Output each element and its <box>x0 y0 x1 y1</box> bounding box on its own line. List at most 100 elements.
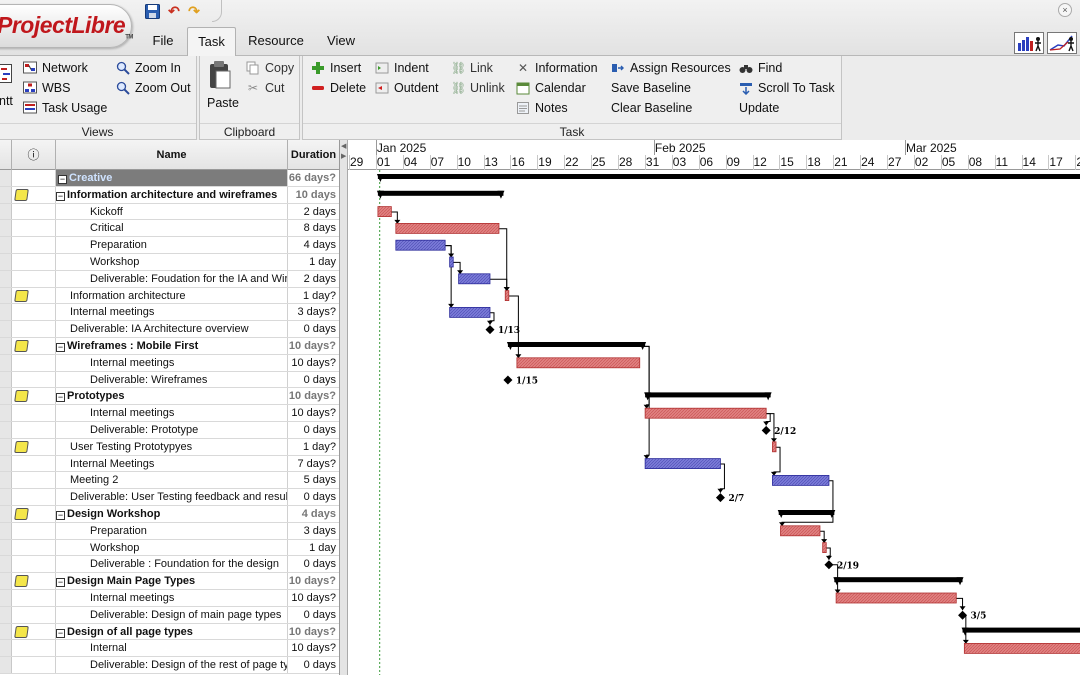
duration-cell[interactable]: 0 days <box>288 657 338 673</box>
pane-splitter[interactable]: ◀ ▶ <box>340 140 348 675</box>
task-name-cell[interactable]: Deliverable : Foundation for the design <box>56 556 288 573</box>
table-row[interactable]: − Prototypes 10 days? <box>0 388 339 406</box>
duration-cell[interactable]: 10 days? <box>288 338 338 354</box>
table-row[interactable]: − Design of all page types 10 days? <box>0 623 339 641</box>
duration-cell[interactable]: 1 day <box>288 540 338 556</box>
collapse-toggle[interactable]: − <box>56 393 65 403</box>
name-column-header[interactable]: Name <box>56 140 288 170</box>
link-arrow[interactable] <box>486 320 493 325</box>
table-row[interactable]: Critical 8 days <box>0 220 339 238</box>
table-row[interactable]: Meeting 2 5 days <box>0 472 339 490</box>
collapse-toggle[interactable]: − <box>56 628 65 638</box>
insert-button[interactable]: Insert <box>311 59 361 77</box>
indicators-column-header[interactable]: ⓘ <box>12 140 56 170</box>
task-name-cell[interactable]: User Testing Prototypyes <box>56 438 288 455</box>
note-icon[interactable] <box>14 575 29 588</box>
task-name-cell[interactable]: Deliverable: Design of the rest of page … <box>56 657 288 673</box>
paste-button[interactable]: Paste <box>205 60 239 112</box>
note-icon[interactable] <box>14 625 29 638</box>
table-row[interactable]: Deliverable: User Testing feedback and r… <box>0 489 339 506</box>
summary-bar[interactable] <box>962 627 1080 633</box>
critical-task-bar[interactable] <box>822 542 827 554</box>
row-header-cell[interactable] <box>0 371 12 388</box>
link-arrow[interactable] <box>959 606 966 611</box>
row-header-cell[interactable] <box>0 422 12 438</box>
row-header-cell[interactable] <box>0 657 12 673</box>
row-header-cell[interactable] <box>0 270 12 287</box>
task-name-cell[interactable]: Internal meetings <box>56 304 288 321</box>
row-header-cell[interactable] <box>0 556 12 573</box>
table-row[interactable]: Internal meetings 3 days? <box>0 304 339 322</box>
row-header-cell[interactable] <box>0 506 12 522</box>
row-header-cell[interactable] <box>0 354 12 371</box>
resource-chart-view-icon[interactable] <box>1047 32 1077 54</box>
duration-cell[interactable]: 10 days? <box>288 640 338 656</box>
information-button[interactable]: ✕ Information <box>516 59 598 77</box>
duration-cell[interactable]: 7 days? <box>288 456 338 472</box>
assign-resources-button[interactable]: Assign Resources <box>611 59 731 77</box>
duration-cell[interactable]: 10 days? <box>288 573 338 589</box>
row-header-cell[interactable] <box>0 186 12 203</box>
milestone-diamond[interactable] <box>503 375 513 385</box>
task-name-cell[interactable]: Kickoff <box>56 203 288 220</box>
task-name-cell[interactable]: Critical <box>56 220 288 237</box>
notes-button[interactable]: Notes <box>516 99 568 117</box>
table-row[interactable]: − Design Main Page Types 10 days? <box>0 573 339 590</box>
critical-task-bar[interactable] <box>377 206 392 217</box>
zoom-out-button[interactable]: Zoom Out <box>116 79 191 97</box>
task-name-cell[interactable]: − Design Main Page Types <box>56 573 288 589</box>
note-icon[interactable] <box>14 340 29 352</box>
row-header-cell[interactable] <box>0 606 12 623</box>
milestone-diamond[interactable] <box>824 560 834 570</box>
indent-button[interactable]: Indent <box>375 59 429 77</box>
row-header-cell[interactable] <box>0 489 12 505</box>
table-row[interactable]: Deliverable: Prototype 0 days <box>0 422 339 439</box>
critical-task-bar[interactable] <box>644 407 767 419</box>
unlink-button[interactable]: ⛓ Unlink <box>451 79 505 97</box>
task-bar[interactable] <box>644 458 721 470</box>
duration-cell[interactable]: 2 days <box>288 271 338 287</box>
delete-button[interactable]: Delete <box>311 79 366 97</box>
table-row[interactable]: Information architecture 1 day? <box>0 287 339 305</box>
table-row[interactable]: Internal meetings 10 days? <box>0 590 339 607</box>
menu-tab-task[interactable]: Task <box>187 27 236 57</box>
duration-cell[interactable]: 1 day <box>288 254 338 270</box>
note-icon[interactable] <box>14 289 29 302</box>
task-name-cell[interactable]: Deliverable: Wireframes <box>56 371 288 388</box>
clear-baseline-button[interactable]: Clear Baseline <box>611 99 692 117</box>
task-name-cell[interactable]: Internal Meetings <box>56 455 288 472</box>
row-header-cell[interactable] <box>0 338 12 354</box>
duration-cell[interactable]: 3 days <box>288 523 338 539</box>
task-name-cell[interactable]: Internal <box>56 640 288 657</box>
duration-cell[interactable]: 10 days <box>288 187 338 203</box>
row-header-cell[interactable] <box>0 623 12 640</box>
scroll-to-task-button[interactable]: Scroll To Task <box>739 79 835 97</box>
summary-bar[interactable] <box>507 342 646 347</box>
duration-cell[interactable]: 10 days? <box>288 624 338 640</box>
link-arrow[interactable] <box>763 421 770 426</box>
duration-cell[interactable]: 0 days <box>288 372 338 388</box>
row-header-cell[interactable] <box>0 455 12 472</box>
table-row[interactable]: Internal meetings 10 days? <box>0 354 339 372</box>
duration-cell[interactable]: 0 days <box>288 607 338 623</box>
milestone-diamond[interactable] <box>485 325 495 335</box>
task-name-cell[interactable]: Workshop <box>56 254 288 270</box>
row-header-cell[interactable] <box>0 388 12 405</box>
table-row[interactable]: Deliverable: Design of main page types 0 … <box>0 606 339 624</box>
table-row[interactable]: User Testing Prototypyes 1 day? <box>0 438 339 456</box>
note-icon[interactable] <box>14 188 29 201</box>
row-header-cell[interactable] <box>0 254 12 270</box>
table-row[interactable]: Workshop 1 day <box>0 539 339 557</box>
table-row[interactable]: − Design Workshop 4 days <box>0 506 339 523</box>
duration-cell[interactable]: 5 days <box>288 472 338 488</box>
milestone-diamond[interactable] <box>761 425 771 435</box>
save-baseline-button[interactable]: Save Baseline <box>611 79 691 97</box>
collapse-toggle[interactable]: − <box>58 175 67 184</box>
row-header-cell[interactable] <box>0 237 12 253</box>
menu-tab-resource[interactable]: Resource <box>242 27 310 56</box>
outdent-button[interactable]: Outdent <box>375 79 438 97</box>
task-name-cell[interactable]: − Creative <box>56 170 288 186</box>
table-row[interactable]: Kickoff 2 days <box>0 203 339 221</box>
table-row[interactable]: − Creative 66 days? <box>0 170 339 187</box>
duration-cell[interactable]: 10 days? <box>288 388 338 404</box>
